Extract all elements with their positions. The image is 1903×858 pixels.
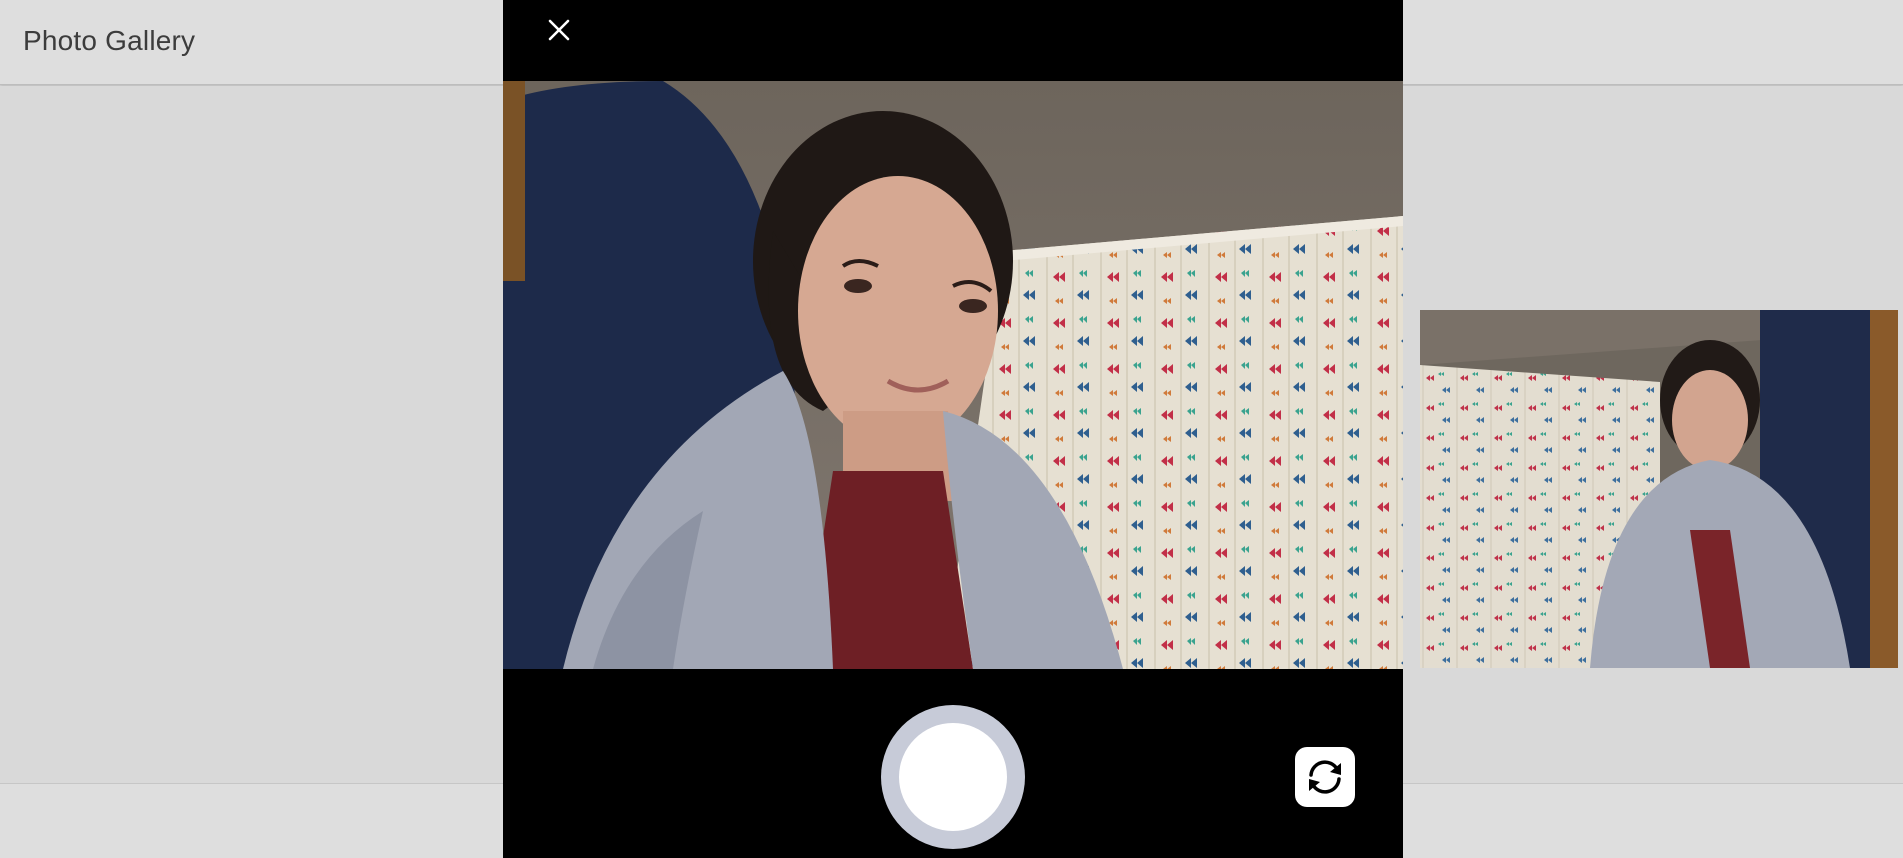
captured-photo-image <box>1420 310 1898 668</box>
shutter-inner-circle <box>899 723 1007 831</box>
page-title: Photo Gallery <box>23 25 196 56</box>
close-button[interactable] <box>541 12 577 48</box>
camera-modal <box>503 0 1403 858</box>
switch-camera-icon <box>1309 760 1341 794</box>
camera-viewfinder <box>503 81 1403 669</box>
close-icon <box>548 19 570 41</box>
captured-photo-thumbnail[interactable] <box>1420 310 1898 668</box>
switch-camera-button[interactable] <box>1295 747 1355 807</box>
camera-preview-image <box>503 81 1403 669</box>
shutter-button[interactable] <box>881 705 1025 849</box>
